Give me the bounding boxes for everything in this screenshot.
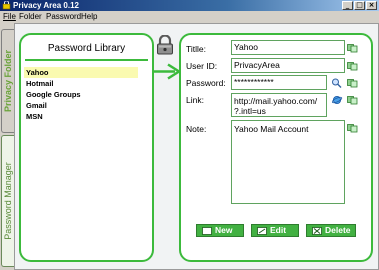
delete-icon (312, 227, 322, 235)
list-item[interactable]: Google Groups (24, 89, 138, 100)
edit-button[interactable]: Edit (251, 224, 299, 237)
delete-button[interactable]: Delete (306, 224, 356, 237)
link-line-2: ?.intl=us (234, 106, 266, 116)
minimize-button[interactable]: _ (342, 1, 353, 10)
library-divider (25, 59, 148, 61)
open-link-icon[interactable] (332, 95, 343, 105)
menu-folder-label: Folder (19, 12, 42, 21)
menu-file-label: File (3, 12, 16, 21)
list-item[interactable]: MSN (24, 111, 138, 122)
password-field[interactable]: ************ (231, 75, 327, 90)
menu-file[interactable]: File (3, 12, 16, 22)
close-button[interactable]: × (366, 1, 377, 10)
menu-password-label: Password (46, 12, 82, 21)
edit-label: Edit (270, 225, 287, 235)
copy-icon[interactable] (347, 61, 358, 71)
userid-label: User ID: (186, 61, 218, 71)
tab-privacy-folder[interactable]: Privacy Folder (1, 29, 14, 133)
copy-icon[interactable] (347, 78, 358, 88)
copy-icon[interactable] (347, 123, 358, 133)
menu-folder[interactable]: Folder (19, 12, 42, 22)
library-list: Yahoo Hotmail Google Groups Gmail MSN (24, 67, 138, 122)
link-line-1: http://mail.yahoo.com/ (234, 96, 318, 106)
title-label: Titlle: (186, 44, 206, 54)
password-library-panel: Password Library Yahoo Hotmail Google Gr… (19, 33, 154, 262)
new-label: New (215, 225, 233, 235)
maximize-button[interactable]: □ (354, 1, 365, 10)
list-item[interactable]: Hotmail (24, 78, 138, 89)
app-icon (2, 1, 11, 10)
arrow-right-icon (152, 63, 182, 80)
window-title: Privacy Area 0.12 (13, 1, 79, 10)
userid-field[interactable]: PrivacyArea (231, 58, 345, 73)
tab-password-manager-label: Password Manager (3, 162, 13, 240)
password-label: Password: (186, 78, 226, 88)
copy-icon[interactable] (347, 95, 358, 105)
menu-help[interactable]: Help (81, 12, 97, 22)
new-button[interactable]: New (196, 224, 244, 237)
list-item[interactable]: Yahoo (24, 67, 138, 78)
lock-icon (157, 35, 173, 55)
note-label: Note: (186, 124, 207, 134)
copy-icon[interactable] (347, 43, 358, 53)
menu-help-label: Help (81, 12, 98, 21)
link-field[interactable]: http://mail.yahoo.com/ ?.intl=us (231, 93, 327, 117)
title-bar[interactable]: Privacy Area 0.12 _ □ × (0, 0, 379, 11)
title-field[interactable]: Yahoo (231, 40, 345, 55)
menu-password[interactable]: Password (46, 12, 81, 22)
reveal-password-icon[interactable] (331, 78, 342, 88)
edit-icon (257, 227, 267, 235)
tab-strip: Privacy Folder Password Manager (0, 23, 14, 270)
tab-password-manager[interactable]: Password Manager (1, 135, 14, 267)
tab-privacy-folder-label: Privacy Folder (3, 49, 13, 113)
note-field[interactable]: Yahoo Mail Account (231, 120, 345, 204)
menu-bar: File Folder Password Help (0, 11, 379, 23)
link-label: Link: (186, 95, 204, 105)
library-title: Password Library (47, 43, 126, 54)
new-icon (202, 227, 212, 235)
list-item[interactable]: Gmail (24, 100, 138, 111)
delete-label: Delete (325, 225, 351, 235)
